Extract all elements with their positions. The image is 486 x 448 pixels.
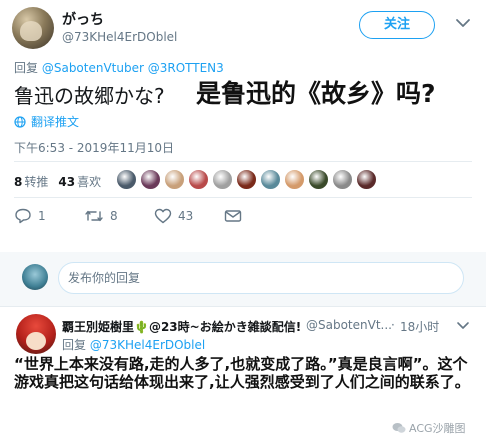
wechat-icon bbox=[392, 423, 406, 433]
tweet-stats: 8 转推 43 喜欢 bbox=[14, 173, 101, 190]
avatar[interactable] bbox=[12, 7, 54, 49]
reply-mention-link[interactable]: @73KHel4ErDOblel bbox=[90, 338, 205, 352]
watermark: ACG沙雕图 bbox=[392, 420, 466, 436]
retweet-icon bbox=[85, 210, 103, 222]
retweet-count: 8 bbox=[14, 175, 23, 189]
liker-avatar[interactable] bbox=[140, 169, 161, 190]
reply-mentions-link[interactable]: @SabotenVtuber @3ROTTEN3 bbox=[42, 61, 224, 75]
tweet-timestamp[interactable]: 下午6:53 - 2019年11月10日 bbox=[14, 139, 174, 156]
liker-avatar[interactable] bbox=[236, 169, 257, 190]
liker-avatar[interactable] bbox=[332, 169, 353, 190]
liker-avatar[interactable] bbox=[116, 169, 137, 190]
reply-prefix: 回复 bbox=[62, 338, 87, 352]
like-count: 43 bbox=[58, 175, 76, 189]
liker-avatar[interactable] bbox=[212, 169, 233, 190]
reply-count: 1 bbox=[38, 209, 46, 223]
liker-avatar[interactable] bbox=[284, 169, 305, 190]
watermark-text: ACG沙雕图 bbox=[409, 422, 466, 435]
reply-text: “世界上本来没有路,走的人多了,也就变成了路。”真是良言啊”。这个游戏真把这句话… bbox=[14, 355, 470, 391]
liker-avatar[interactable] bbox=[260, 169, 281, 190]
tweet-text: 鲁迅の故郷かな? bbox=[14, 84, 165, 108]
like-action-count: 43 bbox=[178, 209, 194, 223]
tweet-actions: 1 8 43 bbox=[14, 208, 242, 224]
reply-action[interactable]: 1 bbox=[14, 208, 84, 224]
retweet-action-count: 8 bbox=[110, 209, 118, 223]
liker-avatars bbox=[116, 169, 377, 190]
retweet-stat-label: 转推 bbox=[24, 175, 49, 189]
display-name[interactable]: がっち bbox=[62, 9, 104, 29]
user-handle[interactable]: @73KHel4ErDOblel bbox=[62, 30, 177, 44]
like-action[interactable]: 43 bbox=[154, 208, 224, 224]
mail-icon bbox=[224, 210, 242, 222]
overlay-caption: 是鲁迅的《故乡》吗? bbox=[196, 79, 436, 108]
reply-composer: 发布你的回复 bbox=[0, 252, 486, 306]
translate-link[interactable]: 翻译推文 bbox=[14, 113, 79, 130]
liker-avatar[interactable] bbox=[308, 169, 329, 190]
reply-user-handle[interactable]: @SabotenVt... bbox=[306, 318, 392, 332]
reply-display-name[interactable]: 覇王別姫樹里🌵@23時~お絵かき雑談配信! bbox=[62, 318, 301, 335]
like-stat[interactable]: 43 喜欢 bbox=[58, 173, 101, 190]
chevron-down-icon[interactable] bbox=[452, 12, 474, 34]
tweet-header: がっち @73KHel4ErDOblel 关注 bbox=[0, 0, 486, 52]
heart-icon bbox=[154, 208, 172, 224]
retweet-stat[interactable]: 8 转推 bbox=[14, 173, 48, 190]
reply-icon bbox=[15, 208, 31, 224]
separator: · bbox=[391, 318, 395, 332]
reply-context: 回复 @73KHel4ErDOblel bbox=[62, 336, 205, 353]
liker-avatar[interactable] bbox=[188, 169, 209, 190]
reply-prefix: 回复 bbox=[14, 61, 39, 75]
globe-icon bbox=[14, 115, 26, 128]
reply-input[interactable]: 发布你的回复 bbox=[58, 262, 464, 294]
translate-label: 翻译推文 bbox=[31, 115, 80, 129]
like-stat-label: 喜欢 bbox=[77, 175, 102, 189]
retweet-action[interactable]: 8 bbox=[84, 208, 154, 224]
liker-avatar[interactable] bbox=[356, 169, 377, 190]
message-action[interactable] bbox=[224, 208, 242, 224]
divider bbox=[0, 306, 486, 307]
divider bbox=[14, 161, 472, 162]
reply-context: 回复 @SabotenVtuber @3ROTTEN3 bbox=[14, 59, 224, 76]
divider bbox=[14, 197, 472, 198]
avatar[interactable] bbox=[16, 314, 56, 354]
follow-button[interactable]: 关注 bbox=[359, 11, 435, 39]
liker-avatar[interactable] bbox=[164, 169, 185, 190]
reply-timestamp[interactable]: 18小时 bbox=[400, 318, 439, 335]
chevron-down-icon[interactable] bbox=[454, 316, 472, 334]
avatar[interactable] bbox=[22, 264, 48, 290]
